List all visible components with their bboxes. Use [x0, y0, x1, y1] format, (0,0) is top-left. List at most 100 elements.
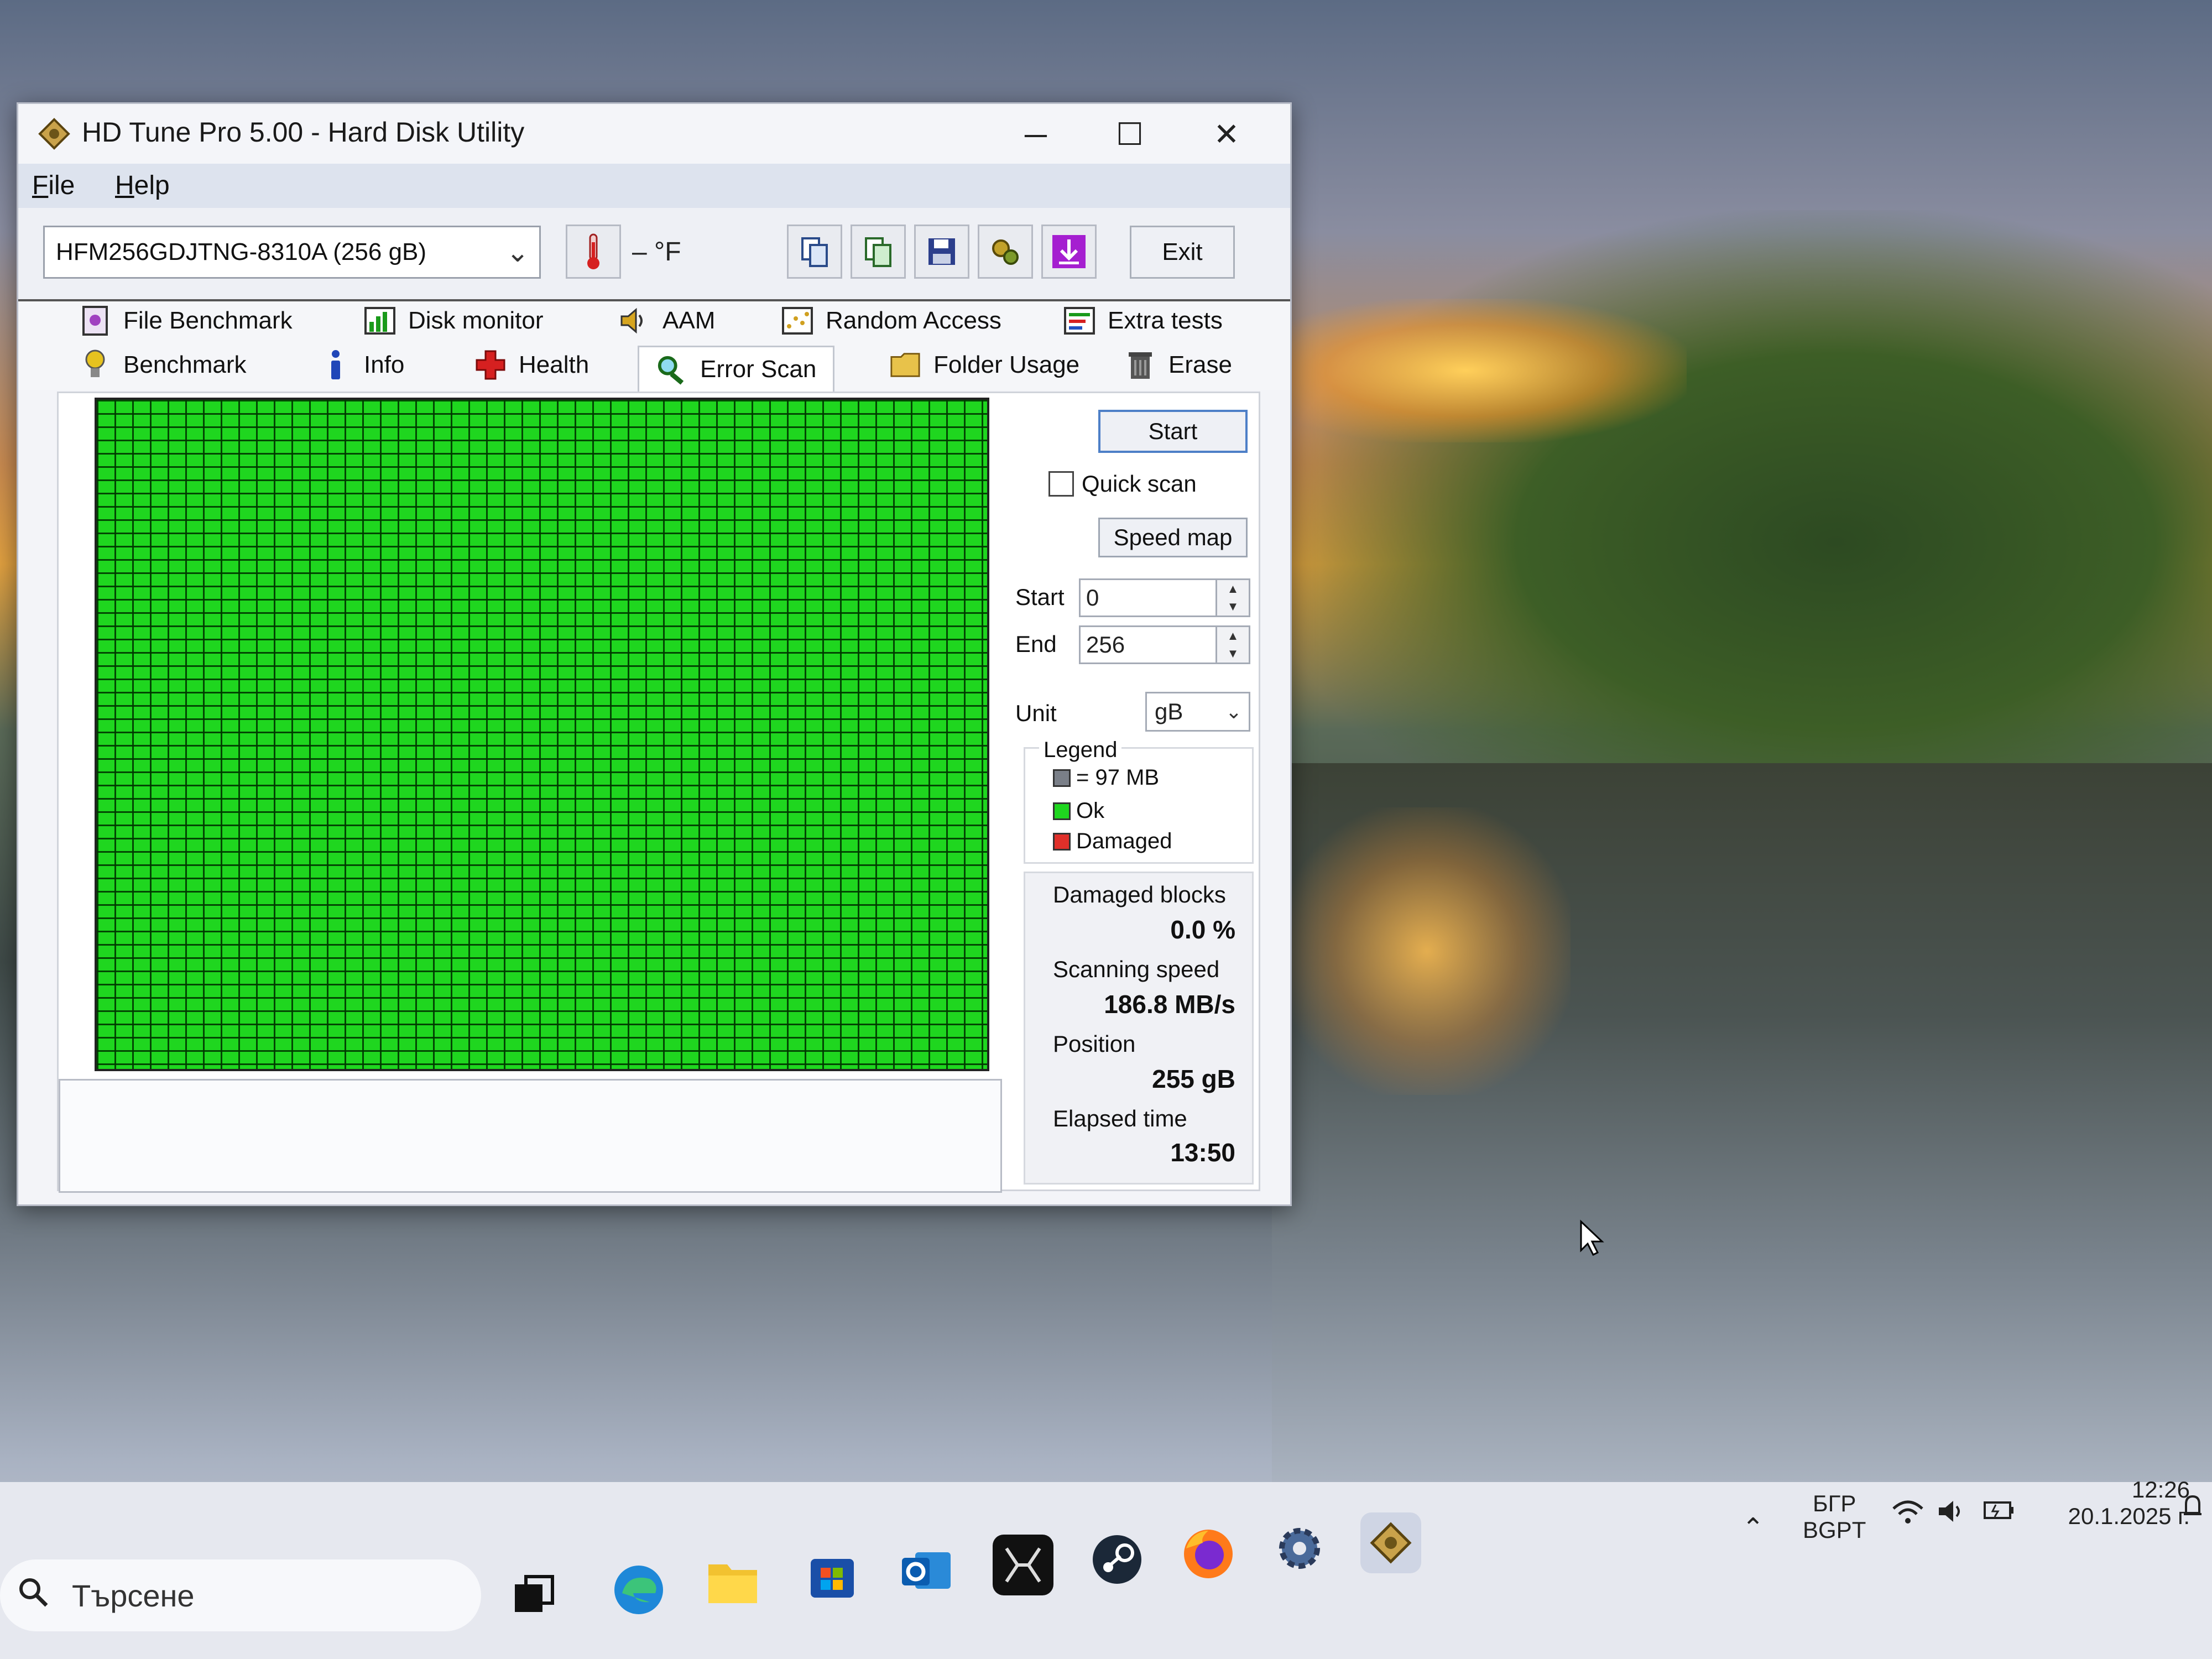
tab-label: File Benchmark: [123, 307, 293, 334]
position-value: 255 gB: [1152, 1065, 1235, 1093]
tab-label: Health: [519, 351, 589, 378]
search-icon: [17, 1575, 50, 1616]
download-arrow-icon: [1052, 235, 1086, 268]
damaged-swatch: [1053, 832, 1071, 851]
volume-icon[interactable]: [1936, 1498, 1969, 1531]
tab-label: Erase: [1168, 351, 1232, 378]
damaged-blocks-value: 0.0 %: [1170, 915, 1235, 944]
tab-random-access[interactable]: Random Access: [781, 301, 1001, 340]
gears-icon: [992, 239, 1019, 265]
speed-map-button[interactable]: Speed map: [1098, 518, 1248, 557]
show-hidden-icons-chevron-up-icon[interactable]: ⌃: [1742, 1512, 1764, 1543]
health-cross-icon: [474, 349, 507, 381]
legend-ok-text: Ok: [1076, 799, 1105, 823]
chevron-down-icon: ⌄: [1225, 700, 1242, 723]
hdtune-taskbar-icon[interactable]: [1360, 1512, 1421, 1573]
wifi-icon[interactable]: [1891, 1499, 1924, 1532]
tab-label: Error Scan: [700, 356, 817, 383]
task-view-icon[interactable]: [503, 1565, 564, 1626]
floppy-disk-icon: [928, 238, 955, 265]
scan-statistics: Damaged blocks 0.0 % Scanning speed 186.…: [1024, 872, 1254, 1185]
title-bar[interactable]: HD Tune Pro 5.00 - Hard Disk Utility ─ ☐…: [18, 104, 1290, 165]
folder-icon: [889, 349, 921, 381]
wallpaper-sunset: [1244, 299, 1687, 442]
tab-label: Disk monitor: [408, 307, 544, 334]
info-icon: [320, 349, 352, 381]
notification-bell-icon[interactable]: [2182, 1493, 2204, 1526]
start-label: Start: [1015, 584, 1065, 610]
tab-disk-monitor[interactable]: Disk monitor: [364, 301, 544, 340]
clock[interactable]: 12:26 20.1.2025 г.: [2046, 1477, 2190, 1530]
checkbox-box[interactable]: [1048, 471, 1074, 497]
maximize-button[interactable]: ☐: [1094, 109, 1166, 159]
file-benchmark-icon: [79, 305, 111, 337]
end-input[interactable]: 256: [1079, 625, 1217, 664]
save-button[interactable]: [914, 225, 969, 279]
clock-date: 20.1.2025 г.: [2068, 1503, 2190, 1529]
firefox-icon[interactable]: [1178, 1524, 1239, 1584]
exit-button[interactable]: Exit: [1130, 226, 1235, 279]
disk-monitor-icon: [364, 305, 396, 337]
tab-extra-tests[interactable]: Extra tests: [1063, 301, 1223, 340]
copy-screenshot-button[interactable]: [851, 225, 906, 279]
copy-text-button[interactable]: [787, 225, 842, 279]
start-spinner[interactable]: ▲ ▼: [1217, 578, 1250, 617]
unit-select-value: gB: [1155, 698, 1183, 724]
menu-bar: File Help: [18, 164, 1290, 208]
legend-damaged-text: Damaged: [1076, 829, 1172, 853]
start-input[interactable]: 0: [1079, 578, 1217, 617]
tab-error-scan[interactable]: Error Scan: [638, 346, 835, 392]
tab-folder-usage[interactable]: Folder Usage: [889, 346, 1079, 384]
settings-gear-icon[interactable]: [1269, 1518, 1330, 1579]
mouse-cursor-icon: [1579, 1219, 1606, 1261]
tab-erase[interactable]: Erase: [1124, 346, 1232, 384]
game-launcher-icon[interactable]: [993, 1535, 1053, 1595]
microsoft-store-icon[interactable]: [802, 1546, 863, 1606]
scanning-speed-value: 186.8 MB/s: [1104, 990, 1235, 1019]
error-scan-panel: Start Quick scan Speed map Start 0 ▲ ▼ En…: [57, 392, 1260, 1193]
download-button[interactable]: [1041, 225, 1097, 279]
tab-bar: File Benchmark Disk monitor AAM Random A…: [18, 301, 1290, 392]
tab-aam[interactable]: AAM: [618, 301, 715, 340]
wallpaper-forest: [1272, 210, 2212, 763]
file-explorer-icon[interactable]: [702, 1551, 763, 1612]
hdtune-window: HD Tune Pro 5.00 - Hard Disk Utility ─ ☐…: [17, 102, 1292, 1206]
tab-label: Info: [364, 351, 405, 378]
wallpaper-reflection: [1283, 807, 1571, 1095]
start-scan-button[interactable]: Start: [1098, 410, 1248, 453]
block-map-grid: [95, 398, 989, 1071]
end-spinner[interactable]: ▲ ▼: [1217, 625, 1250, 664]
tab-info[interactable]: Info: [320, 346, 404, 384]
copy-image-icon: [865, 237, 891, 267]
tab-label: AAM: [662, 307, 716, 334]
battery-icon[interactable]: [1983, 1496, 2016, 1529]
unit-label: Unit: [1015, 700, 1057, 726]
options-button[interactable]: [978, 225, 1033, 279]
menu-help[interactable]: Help: [115, 170, 170, 201]
legend-title: Legend: [1039, 738, 1122, 763]
edge-browser-icon[interactable]: [608, 1559, 669, 1620]
thermometer-icon: [587, 233, 599, 269]
minimize-button[interactable]: ─: [1000, 109, 1072, 159]
steam-icon[interactable]: [1087, 1529, 1147, 1590]
language-indicator[interactable]: БГР BGPT: [1803, 1490, 1866, 1543]
language-top: БГР: [1813, 1490, 1856, 1516]
damaged-blocks-label: Damaged blocks: [1053, 881, 1226, 907]
legend-ok: Ok: [1053, 799, 1104, 823]
legend-box: Legend = 97 MB Ok Damaged: [1024, 738, 1254, 864]
menu-file[interactable]: File: [32, 170, 75, 201]
drive-select[interactable]: HFM256GDJTNG-8310A (256 gB) ⌄: [43, 226, 541, 279]
tab-health[interactable]: Health: [474, 346, 589, 384]
outlook-icon[interactable]: [896, 1540, 957, 1601]
quick-scan-checkbox[interactable]: Quick scan: [1048, 471, 1197, 497]
lightbulb-icon: [79, 349, 111, 381]
clock-time: 12:26: [2131, 1477, 2190, 1503]
chevron-down-icon: ⌄: [506, 237, 529, 268]
taskbar-search[interactable]: Търсене: [0, 1559, 481, 1631]
hdtune-app-icon: [38, 117, 71, 150]
close-button[interactable]: ✕: [1191, 109, 1262, 159]
tab-file-benchmark[interactable]: File Benchmark: [79, 301, 293, 340]
temperature-button[interactable]: [566, 225, 621, 279]
tab-benchmark[interactable]: Benchmark: [79, 346, 247, 384]
unit-select[interactable]: gB ⌄: [1145, 692, 1250, 732]
